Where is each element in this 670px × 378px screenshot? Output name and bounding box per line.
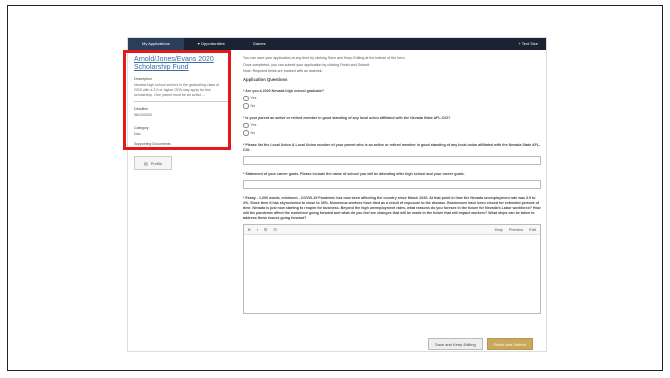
italic-button[interactable]: I: [257, 227, 258, 232]
question-5: * Essay - 1,000 words, minimum - COVID-1…: [243, 195, 541, 220]
bullet-list-button[interactable]: ☰: [264, 227, 268, 232]
preview-button[interactable]: Preview: [509, 227, 523, 232]
q1-no-radio[interactable]: No: [243, 103, 541, 109]
nav-opportunities[interactable]: ▾ Opportunities: [184, 38, 239, 50]
nav-games[interactable]: Games: [239, 38, 280, 50]
highlight-box: [123, 50, 231, 150]
main-form: You can save your application at any tim…: [243, 56, 541, 314]
numbered-list-button[interactable]: ☷: [273, 227, 277, 232]
editor-toolbar: B I ☰ ☷ Help Preview Edit: [244, 224, 540, 235]
question-1: * Are you a 2020 Nevada high school grad…: [243, 88, 324, 93]
edit-button[interactable]: Edit: [529, 227, 536, 232]
document-icon: ▤: [143, 160, 148, 166]
q2-no-radio[interactable]: No: [243, 130, 541, 136]
intro-line-1: You can save your application at any tim…: [243, 56, 406, 60]
bold-button[interactable]: B: [248, 227, 251, 232]
question-2: * Is your parent an active or retired me…: [243, 115, 451, 120]
section-title: Application Questions: [243, 76, 288, 82]
q2-yes-radio[interactable]: Yes: [243, 122, 541, 128]
essay-editor[interactable]: B I ☰ ☷ Help Preview Edit: [243, 223, 541, 314]
career-goals-input[interactable]: [243, 179, 541, 189]
profile-label: Profile: [150, 160, 163, 166]
question-3: * Please list the Local Union & Local Un…: [243, 142, 541, 152]
save-and-keep-editing-button[interactable]: Save and Keep Editing: [428, 338, 483, 350]
help-button[interactable]: Help: [495, 227, 503, 232]
form-actions: Save and Keep Editing Finish and Submit: [428, 338, 533, 350]
finish-and-submit-button[interactable]: Finish and Submit: [486, 338, 533, 350]
question-4: * Statement of your career goals. Please…: [243, 171, 465, 176]
nav-my-applications[interactable]: My Applications: [128, 38, 184, 50]
intro-line-2: Once completed, you can submit your appl…: [243, 62, 370, 67]
q1-yes-radio[interactable]: Yes: [243, 95, 541, 101]
text-size-button[interactable]: + Text Size: [504, 38, 546, 50]
profile-button[interactable]: ▤ Profile: [134, 156, 172, 170]
intro-note: Note: Required fields are marked with an…: [243, 69, 323, 73]
top-navbar: My Applications ▾ Opportunities Games + …: [128, 38, 546, 50]
local-union-input[interactable]: [243, 155, 541, 165]
